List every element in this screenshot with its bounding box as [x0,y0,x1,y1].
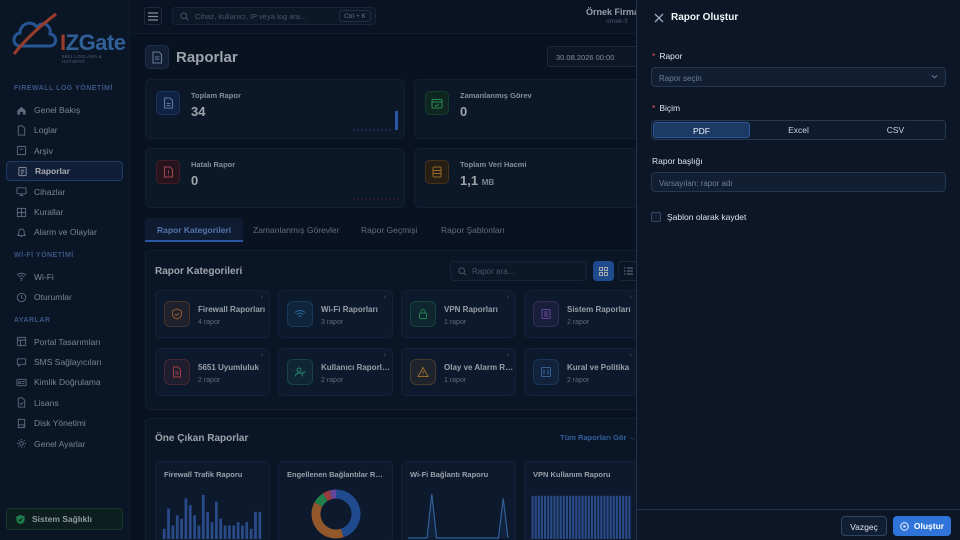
save-as-template-checkbox[interactable] [651,212,661,222]
save-as-template-label[interactable]: Şablon olarak kaydet [667,212,746,222]
drawer-footer: Vazgeç Oluştur [637,509,960,540]
cancel-button[interactable]: Vazgeç [841,516,887,536]
format-segmented-control: PDF Excel CSV [651,120,946,140]
format-field-label: * Biçim [652,103,681,113]
format-excel-option[interactable]: Excel [750,122,847,138]
report-title-input[interactable]: Varsayılan: rapor adı [651,172,946,192]
report-title-placeholder: Varsayılan: rapor adı [659,179,733,188]
create-button[interactable]: Oluştur [893,516,951,536]
report-select-placeholder: Rapor seçin [659,74,702,83]
close-icon[interactable] [653,12,665,24]
chevron-down-icon [931,74,938,79]
create-button-label: Oluştur [913,521,945,531]
modal-backdrop[interactable] [0,0,636,540]
format-pdf-option[interactable]: PDF [653,122,750,138]
play-circle-icon [900,521,909,531]
drawer-title: Rapor Oluştur [671,12,739,23]
format-csv-option[interactable]: CSV [847,122,944,138]
report-field-label: * Rapor [652,51,683,61]
report-title-label: Rapor başlığı [652,156,703,166]
create-report-drawer: Rapor Oluştur * Rapor Rapor seçin * Biçim … [636,0,960,540]
report-select[interactable]: Rapor seçin [651,67,946,87]
